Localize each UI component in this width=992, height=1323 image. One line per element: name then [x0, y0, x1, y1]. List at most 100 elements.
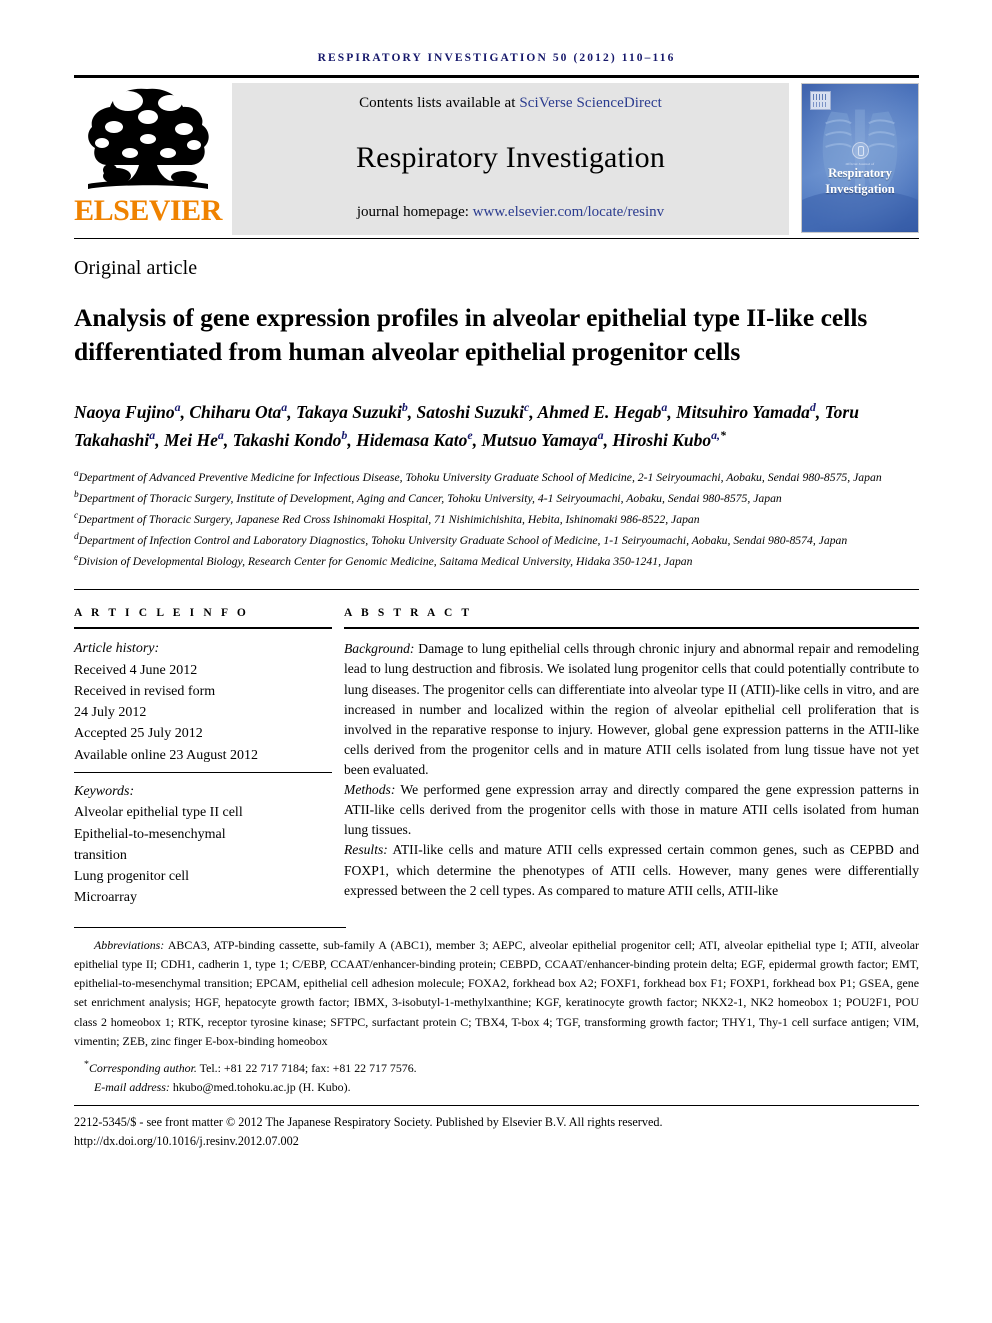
- author-affiliation-marker: a: [661, 400, 668, 415]
- abbreviations-label: Abbreviations:: [94, 937, 165, 952]
- abstract-section-label: Methods:: [344, 782, 396, 798]
- email-line: E-mail address: hkubo@med.tohoku.ac.jp (…: [74, 1078, 919, 1097]
- info-abstract-divider: [74, 589, 919, 591]
- affiliation: bDepartment of Thoracic Surgery, Institu…: [74, 490, 782, 505]
- article-type: Original article: [74, 257, 198, 279]
- copyright-line: 2212-5345/$ - see front matter © 2012 Th…: [74, 1115, 663, 1130]
- article-history-item: Available online 23 August 2012: [74, 747, 259, 763]
- contents-available-line: Contents lists available at SciVerse Sci…: [359, 95, 662, 112]
- society-seal-icon: [851, 142, 869, 159]
- article-history-item: Accepted 25 July 2012: [74, 726, 203, 742]
- author-affiliation-marker: b: [401, 400, 408, 415]
- elsevier-logo[interactable]: ELSEVIER: [74, 83, 222, 235]
- header-rule-top: [74, 75, 919, 78]
- article-history-block: Article history: Received 4 June 2012 Rec…: [74, 638, 332, 766]
- affiliation-marker: b: [74, 490, 79, 500]
- doi-link[interactable]: http://dx.doi.org/10.1016/j.resinv.2012.…: [74, 1132, 919, 1150]
- affiliation-marker: c: [74, 510, 79, 521]
- author-name: Mei He: [163, 429, 218, 450]
- author-affiliation-marker: a: [597, 427, 604, 442]
- abstract-section: Background: Damage to lung epithelial ce…: [344, 639, 919, 780]
- abstract-heading-rule: [344, 627, 919, 630]
- affiliation-list: aDepartment of Advanced Preventive Medic…: [74, 467, 919, 571]
- abbreviations-note: Abbreviations: ABCA3, ATP-binding casset…: [74, 936, 919, 1052]
- journal-article-page: RESPIRATORY INVESTIGATION 50 (2012) 110–…: [0, 0, 992, 1323]
- author-name: Mutsuo Yamaya: [481, 429, 598, 450]
- copyright-block: 2212-5345/$ - see front matter © 2012 Th…: [74, 1113, 919, 1150]
- abstract-section-text: We performed gene expression array and d…: [344, 782, 919, 838]
- article-info-column: A R T I C L E I N F O Article history: R…: [74, 607, 332, 908]
- journal-title: Respiratory Investigation: [355, 141, 666, 174]
- author-name: Naoya Fujino: [74, 402, 175, 423]
- elsevier-wordmark: ELSEVIER: [74, 194, 222, 227]
- author-affiliation-marker: b: [341, 427, 348, 442]
- author-name: Chiharu Ota: [189, 402, 282, 423]
- article-history-item: Received 4 June 2012: [74, 662, 198, 678]
- keyword-item: Lung progenitor cell: [74, 869, 190, 885]
- keywords-block: Keywords: Alveolar epithelial type II ce…: [74, 781, 332, 909]
- abstract-body: Background: Damage to lung epithelial ce…: [344, 639, 919, 900]
- journal-homepage-line: journal homepage: www.elsevier.com/locat…: [357, 204, 664, 221]
- keywords-label: Keywords:: [74, 783, 135, 799]
- keyword-item: Microarray: [74, 890, 137, 906]
- author-name: Mitsuhiro Yamada: [676, 402, 810, 423]
- keyword-item: transition: [74, 847, 127, 863]
- copyright-rule: [74, 1105, 919, 1107]
- abstract-section-label: Background:: [344, 641, 415, 657]
- info-abstract-columns: A R T I C L E I N F O Article history: R…: [74, 607, 919, 908]
- journal-cover-thumbnail[interactable]: Official Journal of The Japanese Respira…: [801, 83, 919, 233]
- article-history-item: 24 July 2012: [74, 705, 147, 721]
- author-name: Ahmed E. Hegab: [537, 402, 662, 423]
- page-title: Analysis of gene expression profiles in …: [74, 303, 868, 367]
- column-gap: [332, 607, 344, 908]
- affiliation-marker: d: [74, 531, 79, 542]
- cover-title-line-2: Investigation: [825, 181, 895, 196]
- author-affiliation-marker: e: [467, 427, 473, 442]
- keywords-lines: Alveolar epithelial type II cell Epitheli…: [74, 802, 332, 908]
- author-name: Satoshi Suzuki: [416, 402, 525, 423]
- journal-masthead: ELSEVIER Contents lists available at Sci…: [74, 83, 919, 235]
- email-address[interactable]: hkubo@med.tohoku.ac.jp (H. Kubo).: [170, 1080, 351, 1094]
- article-history-label: Article history:: [74, 641, 160, 657]
- sciencedirect-link[interactable]: SciVerse ScienceDirect: [519, 95, 662, 111]
- article-info-heading-rule: [74, 627, 332, 630]
- author-name: Hidemasa Kato: [356, 429, 468, 450]
- corresponding-label: Corresponding author.: [88, 1061, 197, 1076]
- author-name: Hiroshi Kubo: [612, 429, 712, 450]
- affiliation: dDepartment of Infection Control and Lab…: [74, 531, 848, 547]
- author-affiliation-marker: a: [174, 400, 181, 415]
- elsevier-tree-icon: [88, 88, 209, 189]
- author-affiliation-marker: a: [149, 427, 156, 442]
- cover-title: Respiratory Investigation: [802, 166, 918, 197]
- author-affiliation-marker: c: [524, 400, 530, 415]
- running-head: RESPIRATORY INVESTIGATION 50 (2012) 110–…: [317, 52, 676, 64]
- abbreviations-text: ABCA3, ATP-binding cassette, sub-family …: [74, 937, 919, 1048]
- corresponding-author-marker: *: [720, 427, 726, 442]
- abstract-section-text: Damage to lung epithelial cells through …: [344, 641, 919, 778]
- author-name: Takashi Kondo: [232, 429, 342, 450]
- author-affiliation-marker: a: [217, 427, 224, 442]
- footnote-rule: [74, 926, 346, 928]
- affiliation-marker: e: [74, 552, 79, 563]
- author-affiliation-marker: a,: [711, 427, 721, 442]
- abstract-section: Methods: We performed gene expression ar…: [344, 780, 919, 840]
- abstract-section-text: ATII-like cells and mature ATII cells ex…: [344, 842, 919, 898]
- article-info-heading: A R T I C L E I N F O: [74, 607, 249, 620]
- abstract-column: A B S T R A C T Background: Damage to lu…: [344, 607, 919, 908]
- abstract-section-label: Results:: [344, 842, 388, 858]
- affiliation: aDepartment of Advanced Preventive Medic…: [74, 469, 882, 485]
- masthead-rule-bottom: [74, 238, 919, 239]
- cover-title-line-1: Respiratory: [828, 166, 892, 180]
- keyword-item: Alveolar epithelial type II cell: [74, 805, 243, 821]
- abstract-section: Results: ATII-like cells and mature ATII…: [344, 840, 919, 900]
- contents-prefix: Contents lists available at: [359, 95, 520, 111]
- author-affiliation-marker: d: [809, 400, 816, 415]
- corresponding-author-line: *Corresponding author. Tel.: +81 22 717 …: [74, 1057, 919, 1078]
- journal-homepage-link[interactable]: www.elsevier.com/locate/resinv: [473, 204, 664, 220]
- author-name: Takaya Suzuki: [295, 402, 402, 423]
- affiliation: eDivision of Developmental Biology, Rese…: [74, 552, 693, 568]
- article-history-lines: Received 4 June 2012 Received in revised …: [74, 660, 332, 766]
- abstract-heading: A B S T R A C T: [344, 607, 473, 620]
- page-content: RESPIRATORY INVESTIGATION 50 (2012) 110–…: [74, 0, 919, 1150]
- homepage-prefix: journal homepage:: [356, 204, 473, 220]
